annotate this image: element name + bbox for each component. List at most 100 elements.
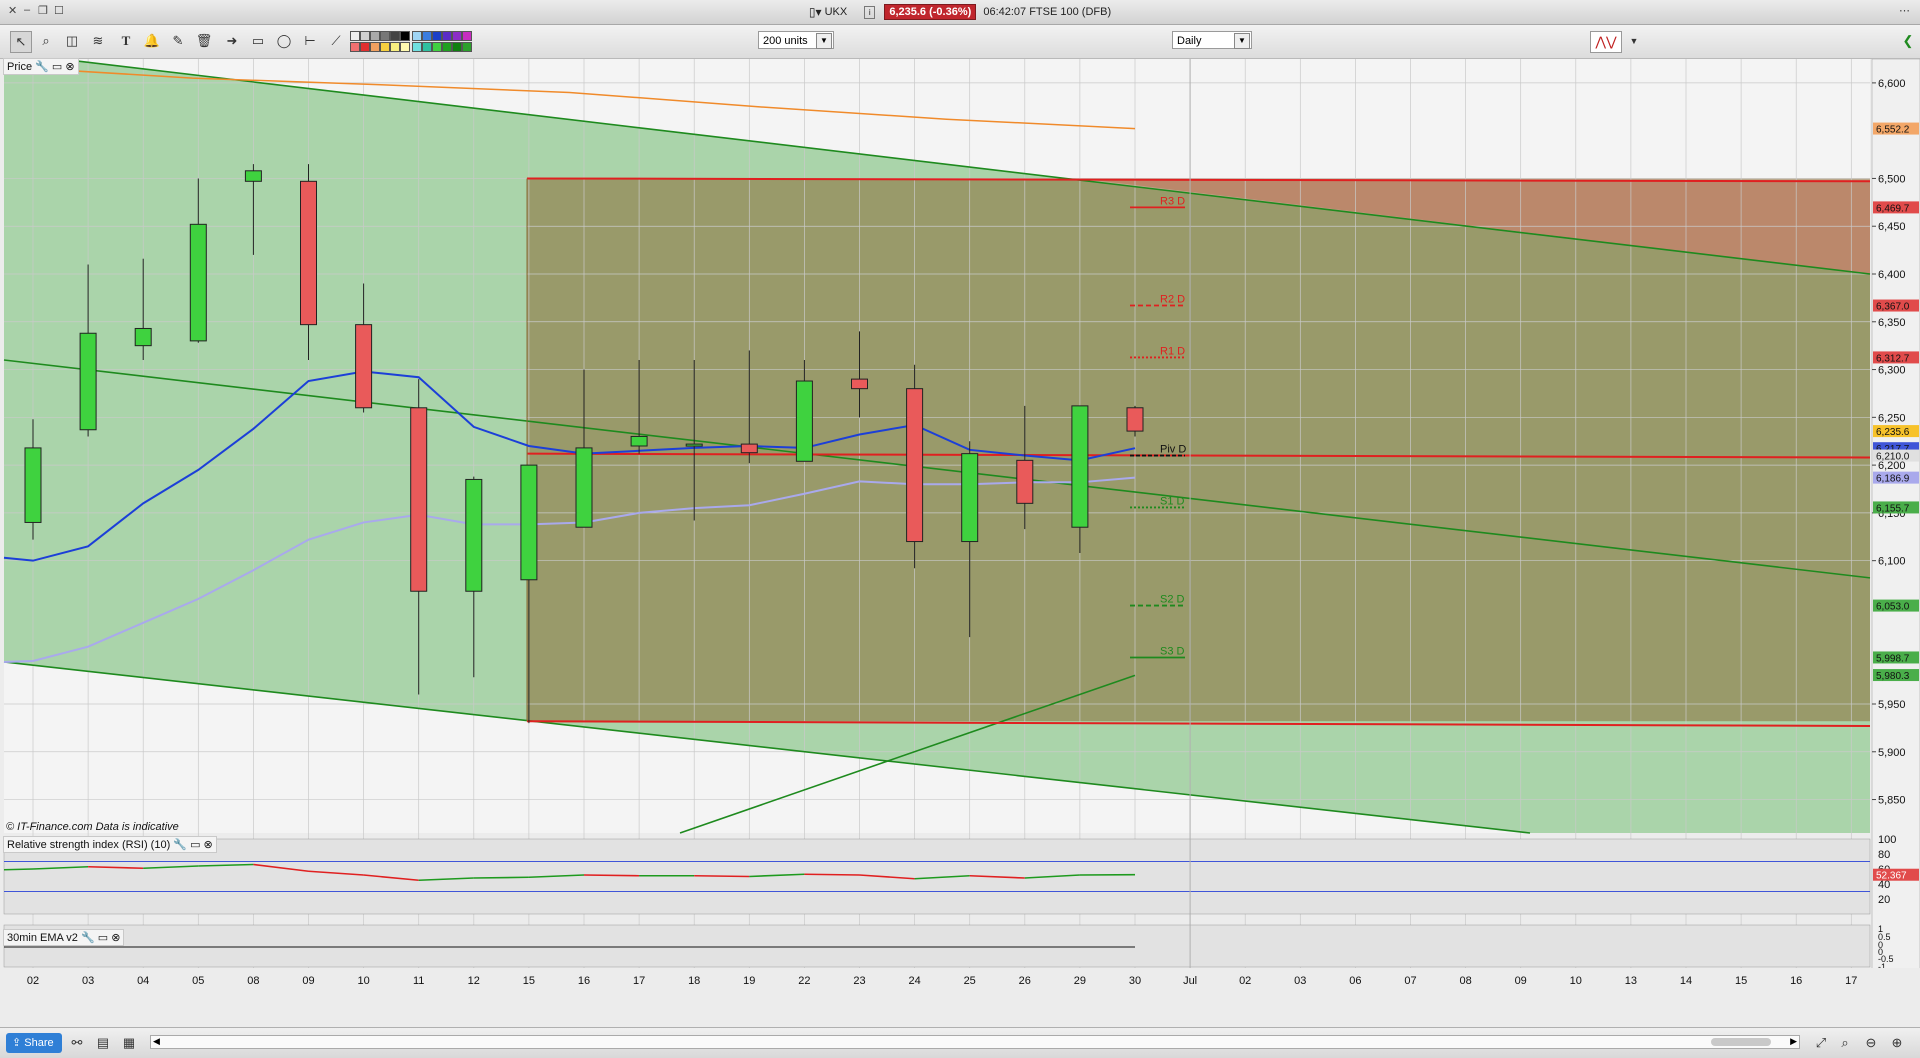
candle-body: [631, 436, 647, 446]
brown-range-box: [527, 178, 1870, 721]
maximize-panel-icon[interactable]: ▭: [52, 61, 62, 73]
color-swatch[interactable]: [422, 42, 432, 52]
price-tick-label: 6,300: [1878, 365, 1906, 377]
color-swatch[interactable]: [442, 31, 452, 41]
price-tag-label: 6,053.0: [1876, 602, 1910, 613]
zoom-out-icon[interactable]: ⊖: [1862, 1034, 1880, 1052]
candle-body: [576, 448, 592, 527]
price-tick-label: 6,400: [1878, 269, 1906, 281]
color-swatch[interactable]: [390, 31, 400, 41]
color-swatch[interactable]: [400, 31, 410, 41]
maximize-panel-icon[interactable]: ▭: [190, 839, 200, 851]
share-button[interactable]: ⇪ Share: [6, 1033, 62, 1053]
color-swatch[interactable]: [400, 42, 410, 52]
color-swatch[interactable]: [432, 31, 442, 41]
grid-icon[interactable]: ▦: [120, 1034, 138, 1052]
rsi-line-segment: [804, 874, 859, 875]
table-icon[interactable]: ▤: [94, 1034, 112, 1052]
scroll-left-icon[interactable]: ◀: [153, 1036, 160, 1047]
color-swatch[interactable]: [462, 42, 472, 52]
date-tick-label: 10: [1570, 975, 1582, 987]
price-tick-label: 6,100: [1878, 556, 1906, 568]
color-swatch[interactable]: [452, 42, 462, 52]
settings-wrench-icon[interactable]: 🔧: [173, 839, 187, 851]
color-swatch[interactable]: [370, 31, 380, 41]
window-symbol: UKX: [825, 6, 848, 18]
color-swatch[interactable]: [412, 31, 422, 41]
pivot-label: R2 D: [1160, 294, 1185, 306]
color-swatch[interactable]: [350, 42, 360, 52]
link-icon[interactable]: ⚯: [68, 1034, 86, 1052]
chevron-down-icon[interactable]: ▼: [816, 33, 832, 49]
price-panel-label: Price: [7, 61, 32, 73]
price-tick-label: 5,850: [1878, 795, 1906, 807]
color-swatch[interactable]: [422, 31, 432, 41]
color-swatch[interactable]: [370, 42, 380, 52]
maximize-panel-icon[interactable]: ▭: [98, 932, 108, 944]
chevron-down-icon[interactable]: ▼: [1234, 33, 1250, 49]
date-tick-label: 25: [964, 975, 976, 987]
close-panel-icon[interactable]: ⊗: [204, 839, 213, 851]
arrow-tool-icon[interactable]: ➜: [222, 31, 242, 51]
date-tick-label: 17: [633, 975, 645, 987]
rectangle-tool-icon[interactable]: ▭: [248, 31, 268, 51]
candle-body: [411, 408, 427, 591]
rsi-panel-header: Relative strength index (RSI) (10) 🔧 ▭ ⊗: [3, 836, 217, 853]
zoom-in-icon[interactable]: ⊕: [1888, 1034, 1906, 1052]
date-tick-label: Jul: [1183, 975, 1197, 987]
pointer-tool-icon[interactable]: ↖: [10, 31, 32, 53]
color-swatch[interactable]: [452, 31, 462, 41]
alert-bell-icon[interactable]: 🔔: [142, 31, 162, 51]
zoom-fit-icon[interactable]: ⤢: [1812, 1034, 1830, 1052]
date-tick-label: 17: [1845, 975, 1857, 987]
color-swatch[interactable]: [350, 31, 360, 41]
candle-body: [135, 328, 151, 345]
close-panel-icon[interactable]: ⊗: [65, 61, 74, 73]
text-tool-icon[interactable]: T: [116, 31, 136, 51]
fib-tool-icon[interactable]: ◫: [62, 31, 82, 51]
trendline-tool-icon[interactable]: ⟋: [326, 31, 346, 51]
date-tick-label: 15: [1735, 975, 1747, 987]
fib-fan-tool-icon[interactable]: ≋: [88, 31, 108, 51]
color-swatch[interactable]: [390, 42, 400, 52]
date-tick-label: 02: [1239, 975, 1251, 987]
color-swatch[interactable]: [360, 31, 370, 41]
color-swatch[interactable]: [380, 42, 390, 52]
info-icon[interactable]: i: [864, 6, 875, 19]
indicators-dropdown-icon[interactable]: ▼: [1624, 31, 1644, 51]
scroll-right-icon[interactable]: ▶: [1790, 1036, 1797, 1047]
candle-body: [907, 389, 923, 542]
zoom-chart-icon[interactable]: ⌕: [1836, 1034, 1854, 1052]
interval-select[interactable]: Daily ▼: [1172, 31, 1252, 49]
rsi-tick-label: 80: [1878, 849, 1890, 861]
indicators-icon[interactable]: ⋀⋁: [1590, 31, 1622, 53]
color-swatch[interactable]: [412, 42, 422, 52]
horizontal-scrollbar[interactable]: ◀ ▶: [150, 1035, 1800, 1049]
color-swatch[interactable]: [432, 42, 442, 52]
chart-canvas[interactable]: R3 DR2 DR1 DPiv DS1 DS2 DS3 D6,6006,5006…: [0, 59, 1920, 1027]
color-swatches[interactable]: [350, 31, 505, 53]
color-swatch[interactable]: [442, 42, 452, 52]
chart-toolbar: ↖ ⌕ ◫ ≋ T 🔔 ✎ 🗑 ➜ ▭ ◯ ⊢ ⟋ 200 units ▼: [0, 25, 1920, 59]
date-tick-label: 26: [1019, 975, 1031, 987]
panel-toggle-icon[interactable]: ❮: [1898, 31, 1918, 51]
ellipse-tool-icon[interactable]: ◯: [274, 31, 294, 51]
settings-wrench-icon[interactable]: 🔧: [81, 932, 95, 944]
more-icon[interactable]: ⋯: [1899, 4, 1910, 17]
close-panel-icon[interactable]: ⊗: [111, 932, 120, 944]
properties-tool-icon[interactable]: ✎: [168, 31, 188, 51]
settings-wrench-icon[interactable]: 🔧: [35, 61, 49, 73]
price-tag-label: 6,367.0: [1876, 302, 1910, 313]
color-swatch[interactable]: [360, 42, 370, 52]
rsi-panel-background: [4, 839, 1870, 914]
zoom-tool-icon[interactable]: ⌕: [36, 31, 56, 51]
share-label: Share: [24, 1037, 53, 1049]
units-select[interactable]: 200 units ▼: [758, 31, 834, 49]
rsi-tag-label: 52.367: [1876, 871, 1907, 882]
hline-tool-icon[interactable]: ⊢: [300, 31, 320, 51]
delete-tool-icon[interactable]: 🗑: [194, 31, 214, 51]
scroll-thumb[interactable]: [1711, 1038, 1771, 1046]
color-swatch[interactable]: [462, 31, 472, 41]
color-swatch[interactable]: [380, 31, 390, 41]
date-tick-label: 15: [523, 975, 535, 987]
